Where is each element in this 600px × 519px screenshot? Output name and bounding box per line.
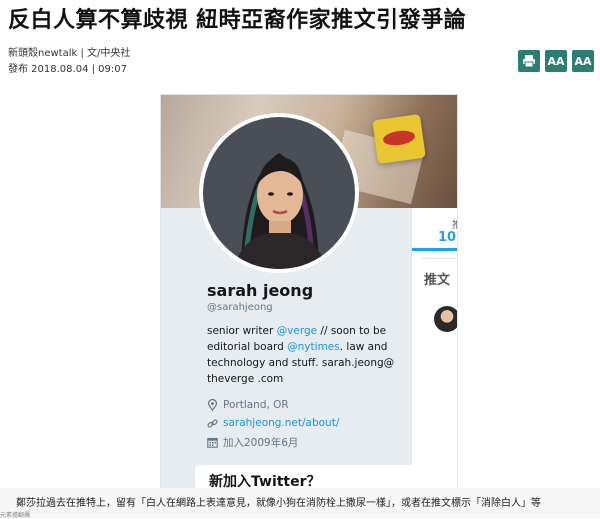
- article-tools: AA AA: [518, 50, 594, 72]
- link-icon: [207, 418, 218, 428]
- profile-website: sarahjeong.net/about/: [207, 417, 407, 429]
- profile-location: Portland, OR: [207, 399, 407, 411]
- profile-joined: 加入2009年6月: [207, 435, 407, 450]
- font-size-icon: AA: [547, 54, 565, 68]
- tweets-stat-value[interactable]: 10.: [438, 230, 457, 245]
- signup-card-heading: 新加入Twitter？: [209, 474, 321, 489]
- twitter-profile-screenshot: 推 10. 推文 sarah jeong @sarahjeong senior …: [160, 94, 458, 489]
- font-larger-button[interactable]: AA: [572, 50, 594, 72]
- tab-underline: [412, 248, 457, 251]
- tweets-pane-heading: 推文: [420, 258, 457, 299]
- font-smaller-button[interactable]: AA: [545, 50, 567, 72]
- profile-details: sarah jeong @sarahjeong senior writer @v…: [207, 281, 407, 450]
- profile-side-pane: 推 10. 推文: [411, 208, 457, 488]
- caption-text: 鄭莎拉過去在推特上，留有「白人在網路上表達意見，就像小狗在消防栓上撒尿一樣」，或…: [16, 498, 541, 509]
- tweets-stat-label: 推: [452, 216, 457, 231]
- article-headline: 反白人算不算歧視 紐時亞裔作家推文引發爭論: [8, 8, 467, 33]
- printer-icon: [523, 55, 535, 68]
- print-button[interactable]: [518, 50, 540, 72]
- calendar-icon: [207, 437, 218, 448]
- article-source: 新頭殼newtalk | 文/中央社: [8, 48, 131, 59]
- bio-mention-nytimes[interactable]: @nytimes: [287, 341, 340, 353]
- bio-text: senior writer: [207, 325, 277, 337]
- profile-name: sarah jeong: [207, 281, 314, 300]
- profile-handle[interactable]: @sarahjeong: [207, 302, 407, 313]
- bio-mention-verge[interactable]: @verge: [277, 325, 317, 337]
- location-text: Portland, OR: [223, 399, 289, 411]
- image-caption: 鄭莎拉過去在推特上，留有「白人在網路上表達意見，就像小狗在消防栓上撒尿一樣」，或…: [0, 488, 600, 519]
- signup-card: 新加入Twitter？: [195, 465, 415, 489]
- profile-photo: [203, 117, 355, 269]
- article-date: 發布 2018.08.04 | 09:07: [8, 64, 127, 75]
- font-size-icon: AA: [574, 54, 592, 68]
- avatar[interactable]: [434, 306, 457, 332]
- profile-bio: senior writer @verge // soon to be edito…: [207, 323, 407, 387]
- tweets-pane-heading-text: 推文: [424, 273, 451, 288]
- location-pin-icon: [207, 399, 218, 411]
- joined-text: 加入2009年6月: [223, 437, 299, 449]
- avatar[interactable]: [203, 117, 355, 269]
- website-link[interactable]: sarahjeong.net/about/: [223, 417, 339, 429]
